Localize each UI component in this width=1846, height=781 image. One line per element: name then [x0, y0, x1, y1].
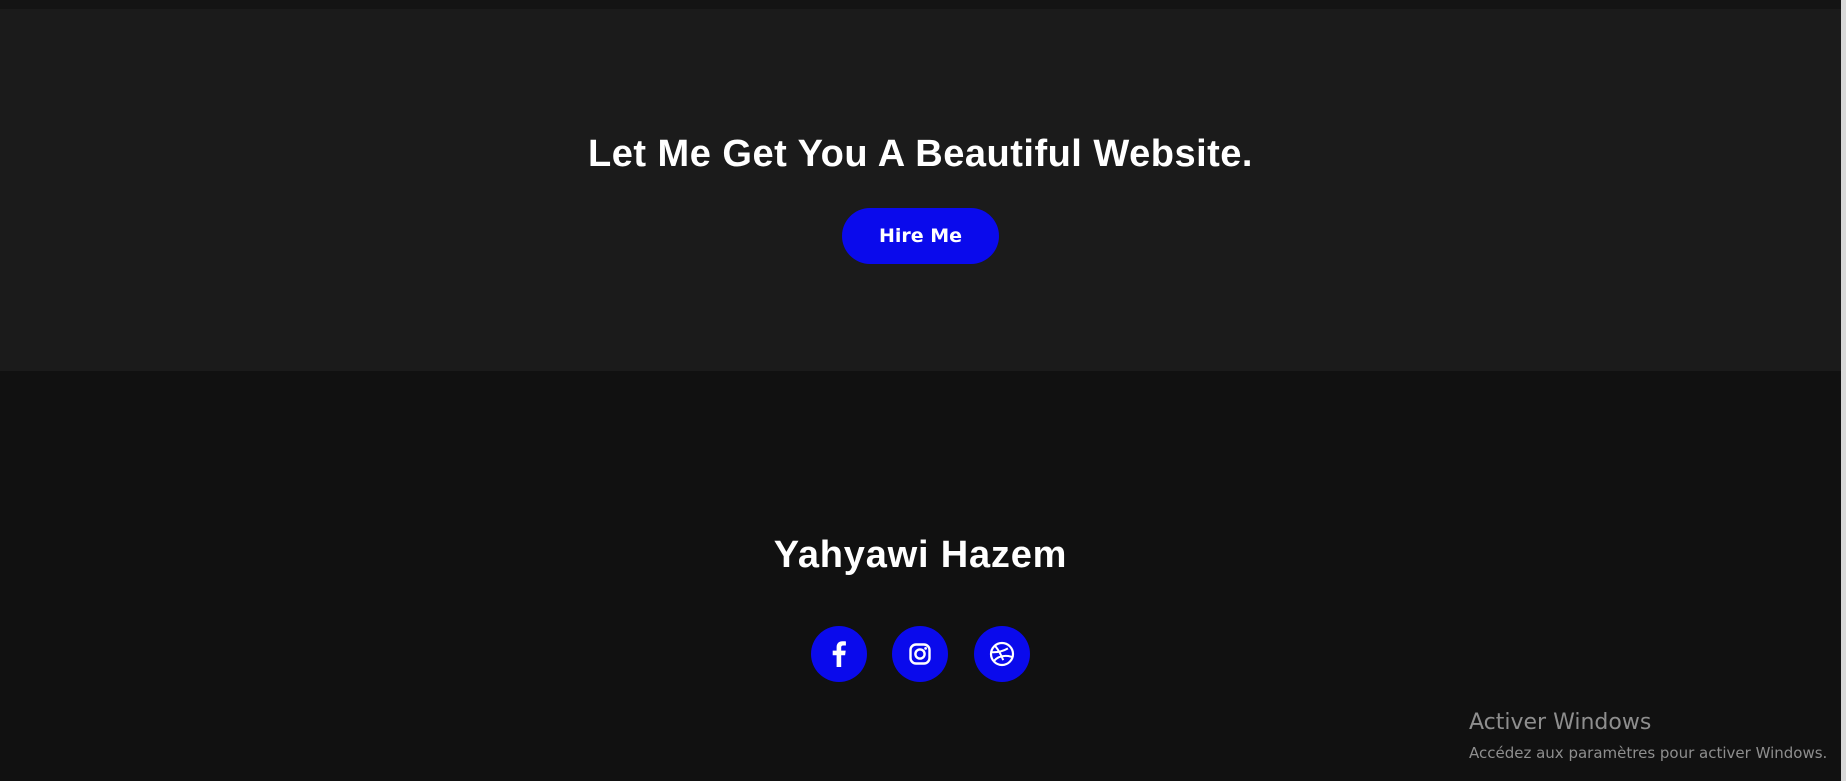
top-strip — [0, 0, 1846, 9]
cta-section: Let Me Get You A Beautiful Website. Hire… — [0, 9, 1846, 371]
hire-me-button[interactable]: Hire Me — [842, 208, 999, 264]
facebook-icon — [832, 641, 846, 667]
windows-activation-watermark: Activer Windows Accédez aux paramètres p… — [1469, 709, 1841, 765]
dribbble-link[interactable] — [974, 626, 1030, 682]
dribbble-icon — [989, 641, 1015, 667]
window-right-edge — [1841, 0, 1846, 781]
activation-title: Activer Windows — [1469, 710, 1652, 735]
facebook-link[interactable] — [811, 626, 867, 682]
activation-subtitle: Accédez aux paramètres pour activer Wind… — [1469, 744, 1828, 762]
page: Let Me Get You A Beautiful Website. Hire… — [0, 0, 1846, 781]
footer-name: Yahyawi Hazem — [773, 534, 1068, 576]
instagram-icon — [909, 643, 931, 665]
cta-title: Let Me Get You A Beautiful Website. — [588, 133, 1253, 175]
instagram-link[interactable] — [892, 626, 948, 682]
